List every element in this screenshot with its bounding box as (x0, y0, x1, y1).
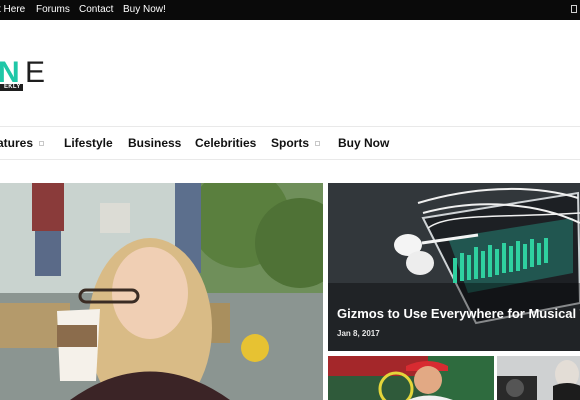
nav-item-business[interactable]: Business (128, 136, 181, 150)
nav-item-celebrities[interactable]: Celebrities (195, 136, 256, 150)
featured-post-side[interactable]: Gizmos to Use Everywhere for Musical T J… (328, 183, 580, 351)
mobile-icon[interactable] (571, 5, 577, 13)
featured-image-camera (497, 356, 580, 400)
featured-post-main[interactable] (0, 183, 323, 400)
nav-item-label: atures (0, 136, 34, 150)
featured-post-tennis[interactable] (328, 356, 494, 400)
site-logo[interactable]: N E EKLY (0, 58, 46, 98)
logo-main-letter: E (25, 56, 46, 89)
nav-item-label: Sports (271, 136, 310, 150)
nav-item-buy-now[interactable]: Buy Now (338, 136, 389, 150)
chevron-down-icon (315, 141, 321, 147)
site-header (0, 20, 580, 126)
side-post-title[interactable]: Gizmos to Use Everywhere for Musical T (337, 306, 580, 322)
top-link-start-here[interactable]: t Here (0, 4, 25, 15)
top-link-contact[interactable]: Contact (79, 4, 113, 15)
top-link-buy-now[interactable]: Buy Now! (123, 4, 166, 15)
nav-item-features[interactable]: atures (0, 136, 45, 150)
featured-image-tennis (328, 356, 494, 400)
top-bar: t Here Forums Contact Buy Now! (0, 0, 580, 20)
side-post-date: Jan 8, 2017 (337, 329, 380, 338)
top-link-forums[interactable]: Forums (36, 4, 70, 15)
chevron-down-icon (39, 141, 45, 147)
main-navigation: atures Lifestyle Business Celebrities Sp… (0, 126, 580, 160)
nav-item-sports[interactable]: Sports (271, 136, 321, 150)
featured-image-woman-coffee (0, 183, 323, 400)
featured-post-camera[interactable] (497, 356, 580, 400)
nav-item-lifestyle[interactable]: Lifestyle (64, 136, 113, 150)
logo-tagline: EKLY (0, 84, 23, 91)
featured-image-phone-earphones (328, 183, 580, 351)
